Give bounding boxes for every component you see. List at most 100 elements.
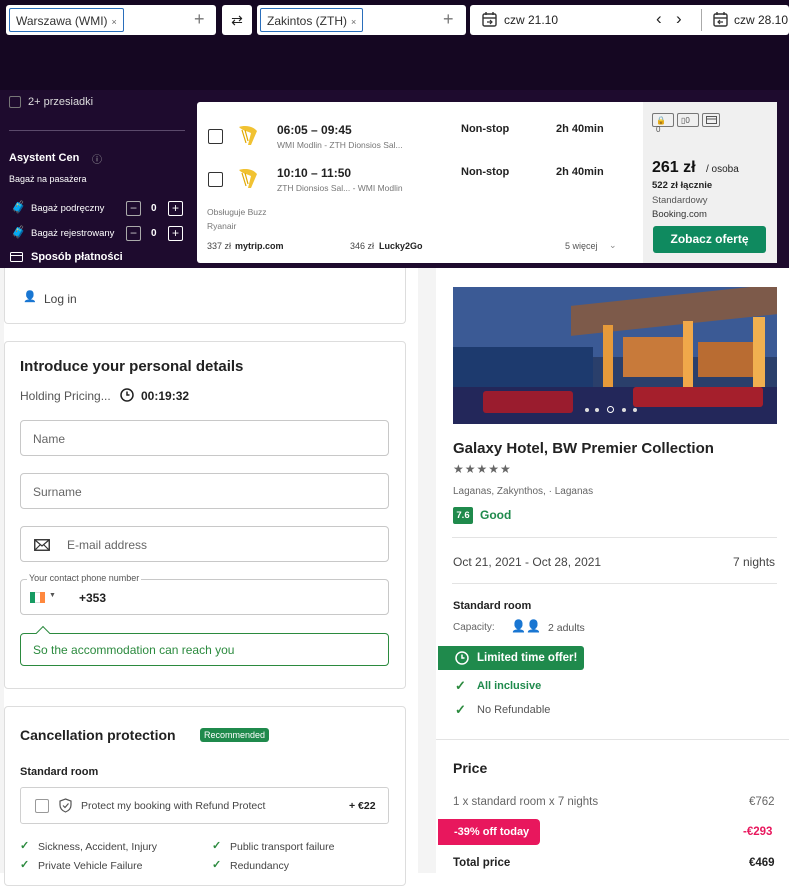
alt-provider-2[interactable]: Lucky2Go <box>379 241 423 251</box>
limited-offer-badge: Limited time offer! <box>438 646 584 670</box>
more-providers-link[interactable]: 5 więcej <box>565 241 598 251</box>
add-origin-icon[interactable]: + <box>194 9 205 30</box>
destination-field[interactable]: Zakintos (ZTH) × + <box>257 5 466 35</box>
price-line-value: €762 <box>749 796 775 808</box>
divider <box>452 583 777 584</box>
carry-on-badge: 🔒0 <box>652 113 674 134</box>
photo-carousel-dots[interactable] <box>585 406 645 414</box>
check-icon: ✓ <box>212 859 222 871</box>
phone-input[interactable]: Your contact phone number ▼ +353 <box>20 573 389 615</box>
holding-pricing-label: Holding Pricing... <box>20 389 111 403</box>
prev-date-icon[interactable]: ‹ <box>656 9 662 29</box>
discount-label: -39% off today <box>454 826 530 838</box>
hotel-location: Laganas, Zakynthos, · Laganas <box>453 486 594 497</box>
checked-bag-minus-button[interactable]: − <box>126 226 141 241</box>
login-link[interactable]: Log in <box>44 292 77 306</box>
date-divider <box>701 9 702 31</box>
date-picker[interactable]: czw 21.10 ‹ › czw 28.10 <box>470 5 789 35</box>
name-input[interactable]: Name <box>20 420 389 456</box>
flight-search-section: Warszawa (WMI) × + ⇄ Zakintos (ZTH) × + cz… <box>0 0 789 268</box>
stay-nights: 7 nights <box>733 555 776 569</box>
destination-chip[interactable]: Zakintos (ZTH) × <box>260 8 364 32</box>
check-icon: ✓ <box>455 702 466 717</box>
chevron-down-icon[interactable]: ⌄ <box>609 240 617 251</box>
origin-text: Warszawa (WMI) <box>16 14 108 28</box>
check-icon: ✓ <box>20 840 30 852</box>
checked-bag-label: Bagaż rejestrowany <box>31 228 115 239</box>
phone-label: Your contact phone number <box>27 573 142 583</box>
photo-pillar <box>603 325 613 395</box>
fare-type: Standardowy <box>652 195 708 206</box>
payment-card-icon <box>10 252 23 262</box>
alt-provider-1[interactable]: mytrip.com <box>235 241 284 251</box>
next-date-icon[interactable]: › <box>676 9 682 29</box>
stay-dates: Oct 21, 2021 - Oct 28, 2021 <box>453 555 602 569</box>
see-offer-button[interactable]: Zobacz ofertę <box>653 226 766 253</box>
country-dropdown-icon[interactable]: ▼ <box>49 592 56 599</box>
outbound-route: WMI Modlin - ZTH Dionsios Sal... <box>277 140 403 150</box>
alt-price-2[interactable]: 346 zł <box>350 241 374 251</box>
check-icon: ✓ <box>212 840 222 852</box>
carry-on-plus-button[interactable]: + <box>168 201 183 216</box>
email-input[interactable]: E-mail address <box>20 526 389 562</box>
price-line-item: 1 x standard room x 7 nights <box>453 796 599 808</box>
info-icon[interactable]: ⓘ <box>92 151 102 166</box>
operated-by: Obsługuje Buzz <box>207 207 267 217</box>
flight-result-card[interactable]: 06:05 – 09:45 WMI Modlin - ZTH Dionsios … <box>197 102 777 263</box>
add-destination-icon[interactable]: + <box>443 9 454 30</box>
alt-price-1[interactable]: 337 zł <box>207 241 231 251</box>
return-stops: Non-stop <box>461 166 510 178</box>
checked-bag-icon: 🧳 <box>11 225 26 239</box>
login-panel: 👤 Log in <box>4 268 406 324</box>
outbound-stops: Non-stop <box>461 123 510 135</box>
cancellation-protection-panel: Cancellation protection Recommended Stan… <box>4 706 406 886</box>
photo-sofa <box>483 391 573 413</box>
coverage-item: Private Vehicle Failure <box>38 860 143 872</box>
carry-on-minus-button[interactable]: − <box>126 201 141 216</box>
depart-date[interactable]: czw 21.10 <box>504 13 558 27</box>
feature-no-refundable: No Refundable <box>477 704 551 716</box>
filter-sidebar: 2+ przesiadki Asystent Cen ⓘ Bagaż na pa… <box>0 92 195 268</box>
return-date[interactable]: czw 28.10 <box>734 13 788 27</box>
return-calendar-icon <box>713 12 728 27</box>
origin-field[interactable]: Warszawa (WMI) × + <box>6 5 216 35</box>
checked-bag-badge: ▯0 <box>677 113 699 127</box>
origin-chip[interactable]: Warszawa (WMI) × <box>9 8 124 32</box>
remove-origin-icon[interactable]: × <box>112 17 117 27</box>
check-icon: ✓ <box>20 859 30 871</box>
personal-details-panel: Introduce your personal details Holding … <box>4 341 406 689</box>
ryanair-harp-icon <box>239 169 257 188</box>
refund-protect-option[interactable]: Protect my booking with Refund Protect +… <box>20 787 389 824</box>
discount-value: -€293 <box>743 826 773 838</box>
check-icon: ✓ <box>455 678 466 693</box>
return-select-checkbox[interactable] <box>208 172 223 187</box>
refund-protect-checkbox[interactable] <box>35 799 49 813</box>
phone-prefix: +353 <box>79 591 107 605</box>
coverage-item: Redundancy <box>230 860 289 872</box>
hotel-photo[interactable] <box>453 287 777 424</box>
ireland-flag-icon[interactable] <box>30 592 45 603</box>
remove-destination-icon[interactable]: × <box>351 17 356 27</box>
shield-icon <box>59 798 72 813</box>
divider <box>436 739 789 740</box>
hotel-score-badge: 7.6 <box>453 507 473 524</box>
stops-label: 2+ przesiadki <box>28 96 94 108</box>
refund-protect-label: Protect my booking with Refund Protect <box>81 800 266 812</box>
person-icon: 👤👤 <box>511 619 541 633</box>
outbound-select-checkbox[interactable] <box>208 129 223 144</box>
baggage-title: Bagaż na pasażera <box>9 174 87 184</box>
feature-all-inclusive: All inclusive <box>477 680 542 692</box>
filter-divider <box>9 130 185 131</box>
stops-checkbox[interactable] <box>9 96 21 108</box>
assistant-title: Asystent Cen <box>9 152 80 164</box>
swap-button[interactable]: ⇄ <box>222 5 252 35</box>
checked-bag-plus-button[interactable]: + <box>168 226 183 241</box>
surname-input[interactable]: Surname <box>20 473 389 509</box>
envelope-icon <box>34 539 50 551</box>
per-person-label: / osoba <box>706 164 739 175</box>
photo-terrace-light <box>623 337 683 377</box>
payment-method-label[interactable]: Sposób płatności <box>31 251 123 263</box>
limited-offer-text: Limited time offer! <box>477 652 578 664</box>
return-route: ZTH Dionsios Sal... - WMI Modlin <box>277 183 403 193</box>
room-type: Standard room <box>453 600 532 612</box>
